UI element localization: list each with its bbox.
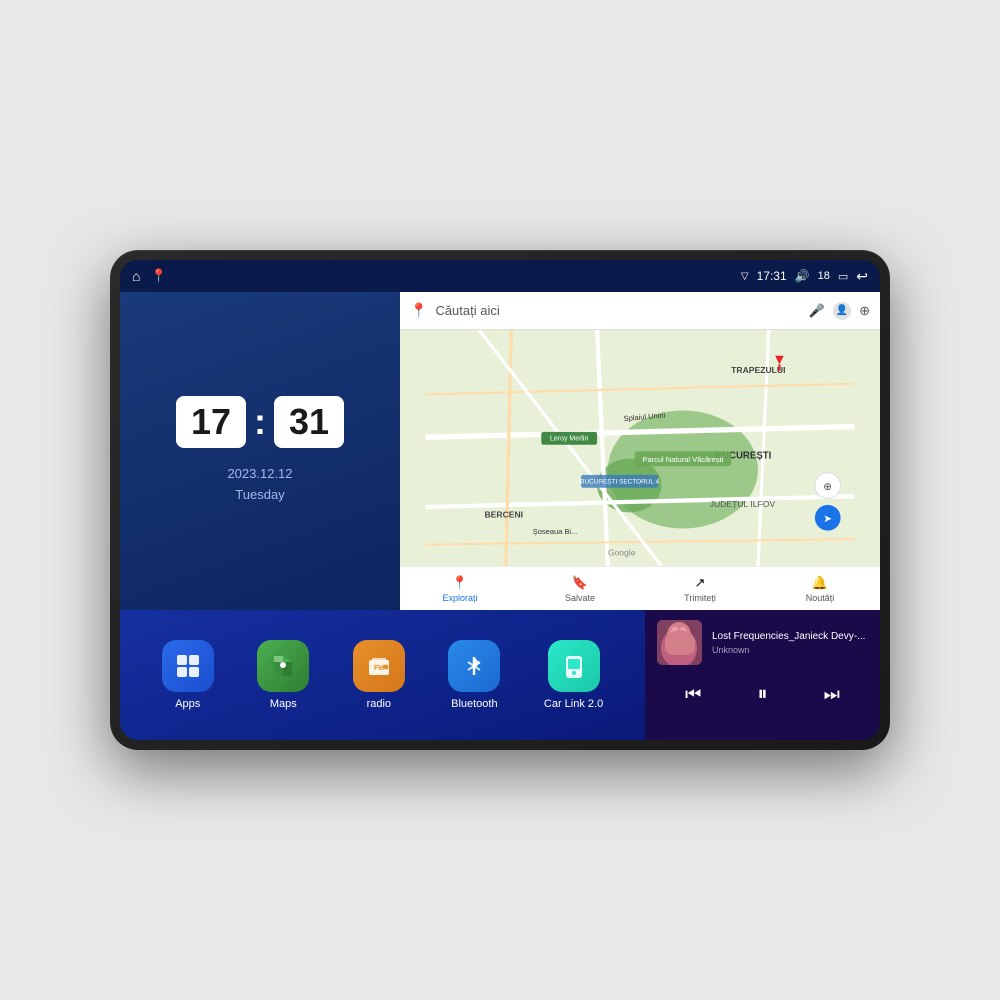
clock-minutes: 31 xyxy=(274,396,344,448)
main-content: 17 : 31 2023.12.12 Tuesday 📍 Căutați aic… xyxy=(120,292,880,740)
svg-text:BUCUREȘTI SECTORUL 4: BUCUREȘTI SECTORUL 4 xyxy=(580,478,659,485)
send-label: Trimiteți xyxy=(684,593,716,603)
svg-text:JUDEȚUL ILFOV: JUDEȚUL ILFOV xyxy=(710,499,776,509)
radio-label: radio xyxy=(367,698,391,710)
music-top: Lost Frequencies_Janieck Devy-... Unknow… xyxy=(657,620,868,665)
svg-text:Leroy Merlin: Leroy Merlin xyxy=(550,435,588,442)
signal-icon: ▽ xyxy=(741,271,749,282)
carlink-icon xyxy=(548,640,600,692)
music-controls: ⏮ ⏸ ⏭ xyxy=(657,675,868,714)
mic-icon[interactable]: 🎤 xyxy=(809,303,825,319)
svg-text:➤: ➤ xyxy=(823,513,832,525)
news-label: Noutăți xyxy=(806,593,835,603)
map-background: Splaiul Unirii Șoseaua Bi... TRAPEZULUI … xyxy=(400,330,880,566)
device-screen: ⌂ 📍 ▽ 17:31 🔊 18 ▭ ↩ 17 : xyxy=(120,260,880,740)
maps-label: Maps xyxy=(270,698,297,710)
carlink-label: Car Link 2.0 xyxy=(544,698,603,710)
svg-text:BERCENI: BERCENI xyxy=(484,510,523,520)
clock-widget: 17 : 31 2023.12.12 Tuesday xyxy=(120,292,400,610)
next-button[interactable]: ⏭ xyxy=(816,680,848,709)
battery-icon: ▭ xyxy=(838,270,848,283)
status-right: ▽ 17:31 🔊 18 ▭ ↩ xyxy=(741,268,868,285)
map-nav-send[interactable]: ↗ Trimiteți xyxy=(640,571,760,607)
clock-colon: : xyxy=(254,404,266,440)
album-art-svg xyxy=(657,620,702,665)
app-item-maps[interactable]: Maps xyxy=(257,640,309,710)
play-pause-button[interactable]: ⏸ xyxy=(749,679,775,710)
album-art-image xyxy=(657,620,702,665)
map-nav-news[interactable]: 🔔 Noutăți xyxy=(760,571,880,607)
apps-icon xyxy=(162,640,214,692)
saved-icon: 🔖 xyxy=(572,575,588,591)
svg-text:Google: Google xyxy=(608,547,636,557)
maps-icon xyxy=(257,640,309,692)
bluetooth-icon xyxy=(448,640,500,692)
bottom-section: Apps Maps xyxy=(120,610,880,740)
volume-icon[interactable]: 🔊 xyxy=(795,269,810,283)
app-item-carlink[interactable]: Car Link 2.0 xyxy=(544,640,603,710)
map-search-input[interactable]: Căutați aici xyxy=(435,303,800,318)
map-search-actions: 🎤 👤 ⊕ xyxy=(809,302,870,320)
clock-hours: 17 xyxy=(176,396,246,448)
svg-text:TRAPEZULUI: TRAPEZULUI xyxy=(731,365,785,375)
more-icon[interactable]: ⊕ xyxy=(859,303,870,319)
status-left: ⌂ 📍 xyxy=(132,268,167,284)
music-artist: Unknown xyxy=(712,645,868,655)
app-item-bluetooth[interactable]: Bluetooth xyxy=(448,640,500,710)
device: ⌂ 📍 ▽ 17:31 🔊 18 ▭ ↩ 17 : xyxy=(110,250,890,750)
clock-date: 2023.12.12 Tuesday xyxy=(227,464,292,506)
account-icon[interactable]: 👤 xyxy=(833,302,851,320)
app-item-apps[interactable]: Apps xyxy=(162,640,214,710)
battery-level: 18 xyxy=(818,270,830,282)
svg-text:⊕: ⊕ xyxy=(823,481,832,493)
map-bottom-nav: 📍 Explorați 🔖 Salvate ↗ Trimiteți 🔔 xyxy=(400,566,880,610)
home-icon[interactable]: ⌂ xyxy=(132,268,140,284)
apps-label: Apps xyxy=(175,698,200,710)
map-widget[interactable]: 📍 Căutați aici 🎤 👤 ⊕ xyxy=(400,292,880,610)
explore-label: Explorați xyxy=(442,593,477,603)
status-bar: ⌂ 📍 ▽ 17:31 🔊 18 ▭ ↩ xyxy=(120,260,880,292)
apps-section: Apps Maps xyxy=(120,610,645,740)
bluetooth-label: Bluetooth xyxy=(451,698,497,710)
top-section: 17 : 31 2023.12.12 Tuesday 📍 Căutați aic… xyxy=(120,292,880,610)
map-svg: Splaiul Unirii Șoseaua Bi... TRAPEZULUI … xyxy=(400,330,880,566)
map-nav-saved[interactable]: 🔖 Salvate xyxy=(520,571,640,607)
radio-icon: FM xyxy=(353,640,405,692)
music-info: Lost Frequencies_Janieck Devy-... Unknow… xyxy=(712,631,868,655)
send-icon: ↗ xyxy=(695,575,706,591)
music-player: Lost Frequencies_Janieck Devy-... Unknow… xyxy=(645,610,880,740)
map-pin-icon: 📍 xyxy=(410,302,427,319)
map-nav-explore[interactable]: 📍 Explorați xyxy=(400,571,520,607)
prev-button[interactable]: ⏮ xyxy=(677,680,709,709)
svg-text:FM: FM xyxy=(374,665,384,672)
map-search-bar[interactable]: 📍 Căutați aici 🎤 👤 ⊕ xyxy=(400,292,880,330)
music-title: Lost Frequencies_Janieck Devy-... xyxy=(712,631,868,642)
status-time: 17:31 xyxy=(757,269,787,283)
svg-text:Șoseaua Bi...: Șoseaua Bi... xyxy=(533,527,578,536)
explore-icon: 📍 xyxy=(452,575,468,591)
album-art xyxy=(657,620,702,665)
app-item-radio[interactable]: FM radio xyxy=(353,640,405,710)
clock-display: 17 : 31 xyxy=(176,396,344,448)
back-icon[interactable]: ↩ xyxy=(856,268,868,285)
svg-text:Parcul Natural Văcărești: Parcul Natural Văcărești xyxy=(642,455,723,464)
maps-shortcut-icon[interactable]: 📍 xyxy=(150,268,166,284)
news-icon: 🔔 xyxy=(812,575,828,591)
saved-label: Salvate xyxy=(565,593,595,603)
map-area: Splaiul Unirii Șoseaua Bi... TRAPEZULUI … xyxy=(400,330,880,566)
